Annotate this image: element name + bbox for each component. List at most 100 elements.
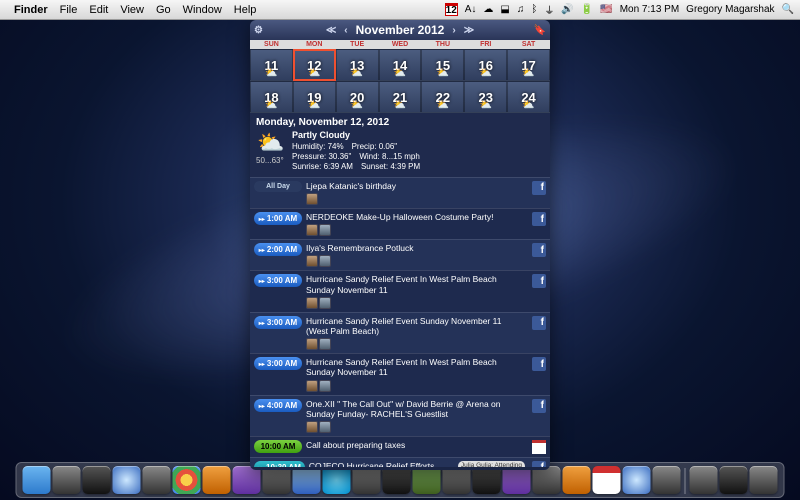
calendar-day[interactable]: 18⛅ bbox=[250, 81, 293, 113]
event-title: Ljepa Katanic's birthday bbox=[306, 181, 525, 191]
today-date: Monday, November 12, 2012 bbox=[256, 117, 544, 128]
day-weather-icon: ⛅ bbox=[479, 68, 491, 79]
dock-app[interactable] bbox=[263, 466, 291, 494]
dock-app[interactable] bbox=[353, 466, 381, 494]
dock-app[interactable] bbox=[473, 466, 501, 494]
clock[interactable]: Mon 7:13 PM bbox=[620, 4, 679, 15]
avatar bbox=[306, 380, 318, 392]
calendar-day[interactable]: 23⛅ bbox=[464, 81, 507, 113]
event-row[interactable]: ▸▸3:00 AMHurricane Sandy Relief Event Su… bbox=[250, 312, 550, 353]
calendar-day[interactable]: 11⛅ bbox=[250, 49, 293, 81]
facebook-icon: f bbox=[532, 243, 546, 257]
dock-firefox[interactable] bbox=[203, 466, 231, 494]
event-body: Hurricane Sandy Relief Event In West Pal… bbox=[306, 357, 528, 391]
calendar-menubar-icon[interactable]: 12 bbox=[445, 3, 458, 16]
dock-trash[interactable] bbox=[750, 466, 778, 494]
event-row[interactable]: 10:00 AMCall about preparing taxes bbox=[250, 436, 550, 457]
event-row[interactable]: ▸▸4:00 AM One.XII " The Call Out" w/ Davi… bbox=[250, 395, 550, 436]
day-weather-icon: ⛅ bbox=[265, 68, 277, 79]
calendar-day[interactable]: 14⛅ bbox=[379, 49, 422, 81]
calendar-day[interactable]: 20⛅ bbox=[336, 81, 379, 113]
dock-app[interactable] bbox=[443, 466, 471, 494]
avatar bbox=[319, 338, 331, 350]
menu-edit[interactable]: Edit bbox=[89, 4, 108, 16]
next-month-icon[interactable]: › bbox=[452, 25, 455, 36]
menu-go[interactable]: Go bbox=[156, 4, 171, 16]
cloud-menubar-icon[interactable]: ☁ bbox=[483, 4, 493, 15]
spotlight-icon[interactable]: 🔍 bbox=[782, 4, 794, 15]
calendar-day[interactable]: 19⛅ bbox=[293, 81, 336, 113]
next-month-fast-icon[interactable]: ≫ bbox=[464, 25, 474, 36]
event-row[interactable]: ▸▸1:00 AMNERDEOKE Make-Up Halloween Cost… bbox=[250, 208, 550, 239]
event-title: Hurricane Sandy Relief Event In West Pal… bbox=[306, 357, 525, 377]
dock-app[interactable] bbox=[53, 466, 81, 494]
menu-help[interactable]: Help bbox=[234, 4, 257, 16]
dock-app[interactable] bbox=[623, 466, 651, 494]
dock-app[interactable] bbox=[563, 466, 591, 494]
event-avatars bbox=[306, 421, 525, 433]
event-row[interactable]: ▸▸3:00 AMHurricane Sandy Relief Event In… bbox=[250, 270, 550, 311]
calendar-day[interactable]: 12⛅ bbox=[293, 49, 336, 81]
dock-app[interactable] bbox=[413, 466, 441, 494]
bluetooth-icon[interactable]: ᛒ bbox=[531, 4, 537, 15]
event-title: NERDEOKE Make-Up Halloween Costume Party… bbox=[306, 212, 525, 222]
wifi-icon[interactable]: ⏚ bbox=[544, 2, 554, 17]
calendar-day[interactable]: 15⛅ bbox=[421, 49, 464, 81]
day-of-week-row: SUN MON TUE WED THU FRI SAT bbox=[250, 40, 550, 49]
event-time-pill: ▸▸4:00 AM bbox=[254, 399, 302, 412]
day-weather-icon: ⛅ bbox=[394, 100, 406, 111]
dock-app[interactable] bbox=[503, 466, 531, 494]
dock-finder[interactable] bbox=[23, 466, 51, 494]
bookmark-icon[interactable]: 🔖 bbox=[534, 25, 546, 36]
prev-month-fast-icon[interactable]: ≪ bbox=[326, 25, 336, 36]
dow-label: TUE bbox=[336, 40, 379, 49]
event-row[interactable]: All DayLjepa Katanic's birthdayf bbox=[250, 177, 550, 208]
event-row[interactable]: ▸▸10:30 AMJulia Gulia: AttendingCOJECO H… bbox=[250, 457, 550, 467]
menu-file[interactable]: File bbox=[60, 4, 78, 16]
dock-terminal[interactable] bbox=[383, 466, 411, 494]
avatar bbox=[319, 224, 331, 236]
calendar-day[interactable]: 13⛅ bbox=[336, 49, 379, 81]
menu-view[interactable]: View bbox=[120, 4, 144, 16]
events-list: All DayLjepa Katanic's birthdayf▸▸1:00 A… bbox=[250, 177, 550, 467]
calendar-day[interactable]: 22⛅ bbox=[421, 81, 464, 113]
event-body: NERDEOKE Make-Up Halloween Costume Party… bbox=[306, 212, 528, 236]
weather-icon: ⛅ bbox=[256, 130, 286, 156]
dock-app[interactable] bbox=[143, 466, 171, 494]
dock-mail[interactable] bbox=[293, 466, 321, 494]
event-row[interactable]: ▸▸2:00 AMIlya's Remembrance Potluckf bbox=[250, 239, 550, 270]
event-title: Hurricane Sandy Relief Event Sunday Nove… bbox=[306, 316, 525, 336]
calendar-day[interactable]: 16⛅ bbox=[464, 49, 507, 81]
prev-month-icon[interactable]: ‹ bbox=[344, 25, 347, 36]
dock-chrome[interactable] bbox=[173, 466, 201, 494]
dock-app[interactable] bbox=[533, 466, 561, 494]
dock-safari[interactable] bbox=[113, 466, 141, 494]
dock-app[interactable] bbox=[653, 466, 681, 494]
dock-folder[interactable] bbox=[690, 466, 718, 494]
calendar-grid: 11⛅12⛅13⛅14⛅15⛅16⛅17⛅ 18⛅19⛅20⛅21⛅22⛅23⛅2… bbox=[250, 49, 550, 113]
user-name[interactable]: Gregory Magarshak bbox=[686, 4, 774, 15]
dow-label: THU bbox=[421, 40, 464, 49]
dock-ical[interactable] bbox=[593, 466, 621, 494]
menu-window[interactable]: Window bbox=[183, 4, 222, 16]
humidity-value: 74% bbox=[328, 142, 344, 151]
event-title: One.XII " The Call Out" w/ David Berrie … bbox=[306, 399, 525, 419]
adobe-menubar-icon[interactable]: A↓ bbox=[465, 4, 477, 15]
dock-skype[interactable] bbox=[323, 466, 351, 494]
day-weather-icon: ⛅ bbox=[394, 68, 406, 79]
dock-app[interactable] bbox=[233, 466, 261, 494]
battery-icon[interactable]: 🔋 bbox=[581, 4, 593, 15]
dropbox-menubar-icon[interactable]: ⬓ bbox=[500, 4, 509, 15]
dock-app[interactable] bbox=[83, 466, 111, 494]
calendar-day[interactable]: 21⛅ bbox=[379, 81, 422, 113]
headphones-icon[interactable]: ♫ bbox=[517, 4, 525, 15]
app-menu[interactable]: Finder bbox=[14, 4, 48, 16]
dock-downloads[interactable] bbox=[720, 466, 748, 494]
calendar-day[interactable]: 24⛅ bbox=[507, 81, 550, 113]
event-row[interactable]: ▸▸3:00 AMHurricane Sandy Relief Event In… bbox=[250, 353, 550, 394]
input-flag-icon[interactable]: 🇺🇸 bbox=[600, 4, 612, 15]
volume-icon[interactable]: 🔊 bbox=[561, 4, 573, 15]
gear-icon[interactable]: ⚙ bbox=[254, 25, 263, 36]
calendar-day[interactable]: 17⛅ bbox=[507, 49, 550, 81]
event-body: Hurricane Sandy Relief Event Sunday Nove… bbox=[306, 316, 528, 350]
